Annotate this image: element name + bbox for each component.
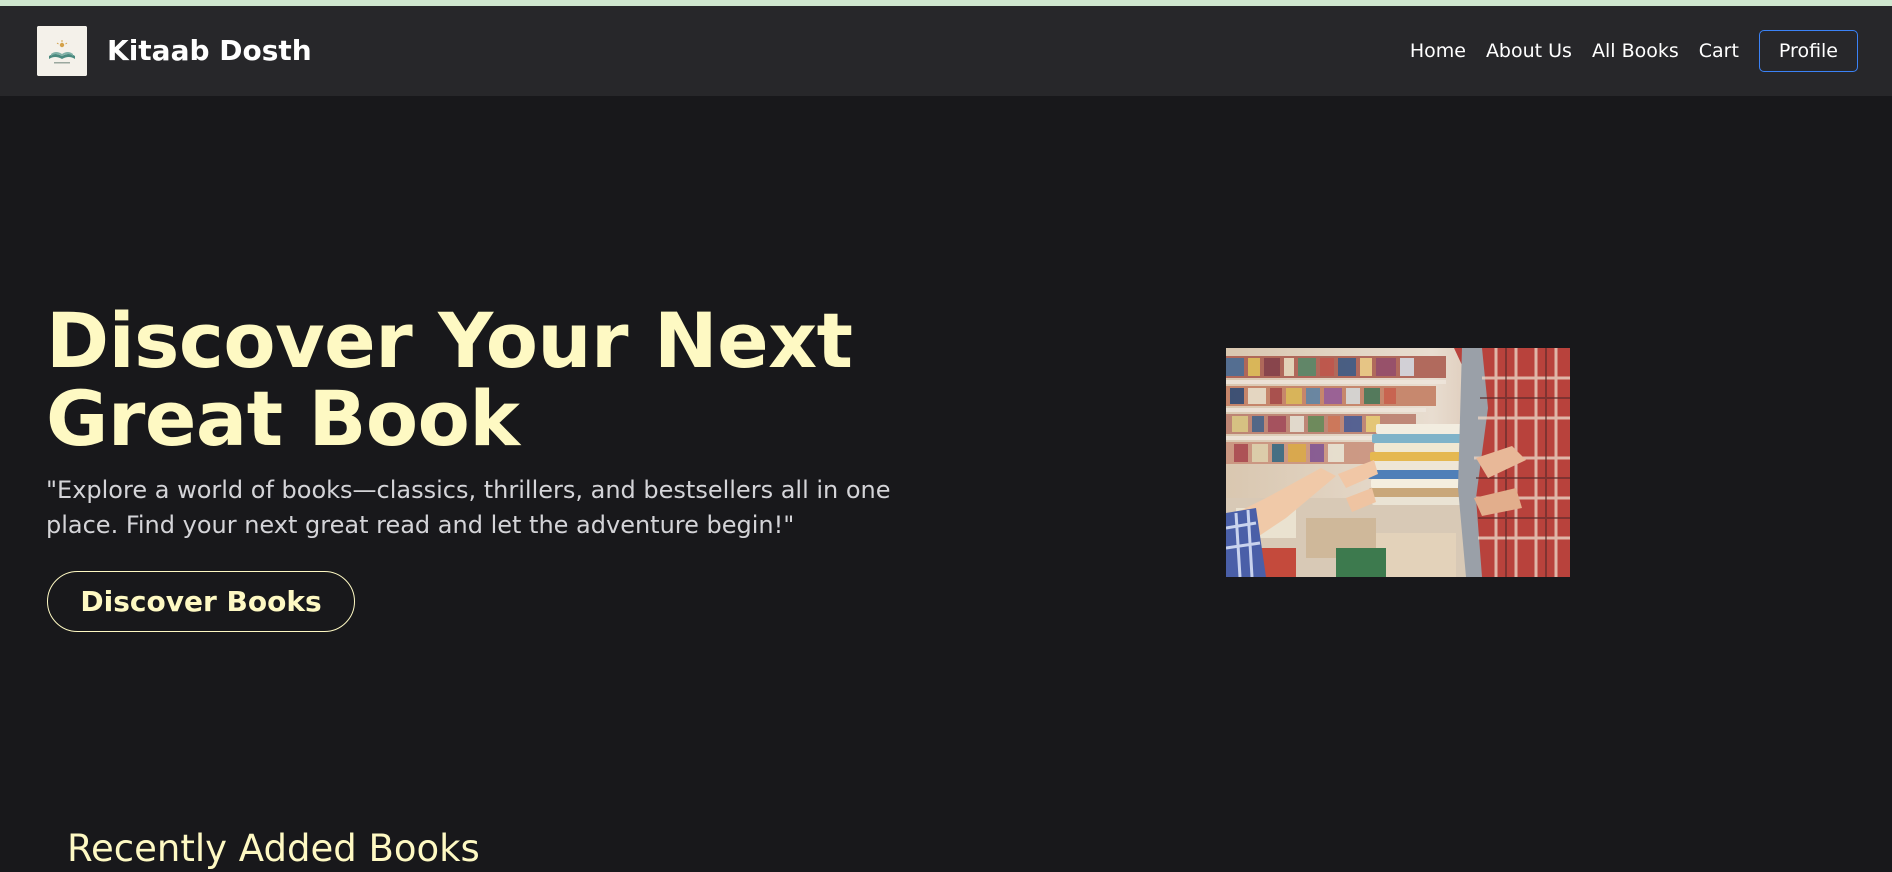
- brand-logo[interactable]: [37, 26, 87, 76]
- brand-name[interactable]: Kitaab Dosth: [107, 34, 312, 68]
- nav-link-all-books[interactable]: All Books: [1592, 40, 1679, 62]
- recently-added-heading: Recently Added Books: [67, 827, 480, 870]
- nav-links: Home About Us All Books Cart Profile: [1410, 30, 1858, 72]
- profile-button[interactable]: Profile: [1758, 30, 1858, 72]
- hero-title: Discover Your Next Great Book: [46, 296, 853, 463]
- hero-subtitle: "Explore a world of books—classics, thri…: [46, 476, 891, 539]
- nav-link-about-us[interactable]: About Us: [1486, 40, 1572, 62]
- navbar: Kitaab Dosth Home About Us All Books Car…: [0, 6, 1892, 96]
- open-book-logo-icon: [37, 26, 87, 76]
- nav-link-home[interactable]: Home: [1410, 40, 1466, 62]
- hero-bookstore-image: [1226, 348, 1570, 577]
- nav-link-cart[interactable]: Cart: [1699, 40, 1739, 62]
- discover-books-button[interactable]: Discover Books: [47, 571, 355, 632]
